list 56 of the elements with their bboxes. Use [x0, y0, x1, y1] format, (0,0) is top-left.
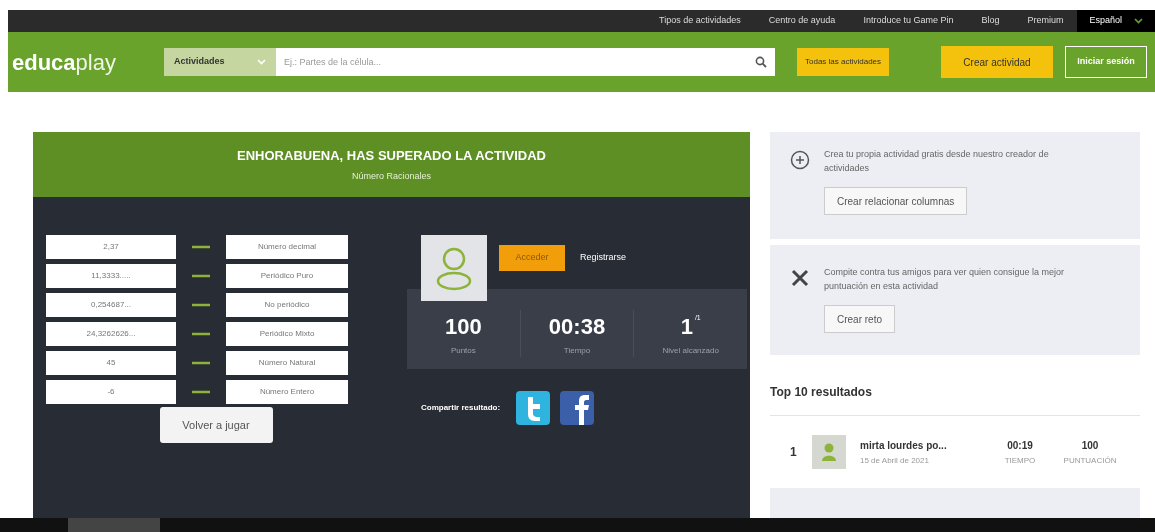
stat-value: 00:38	[548, 312, 606, 341]
chevron-icon	[257, 59, 266, 65]
answer-card: 0,254687...	[46, 293, 176, 317]
answer-card: Número Natural	[226, 351, 348, 375]
top-link[interactable]: Tipos de actividades	[645, 14, 755, 28]
avatar-icon	[421, 235, 487, 301]
logo-text: play	[75, 49, 116, 75]
promo-button[interactable]: Crear reto	[824, 305, 895, 333]
answer-card: 11,3333.....	[46, 264, 176, 288]
search-icon[interactable]	[747, 48, 775, 76]
replay-button[interactable]: Volver a jugar	[159, 407, 273, 443]
twitter-icon[interactable]	[516, 391, 551, 425]
stat-value: 1	[680, 312, 693, 341]
top-link[interactable]: Centro de ayuda	[754, 14, 850, 28]
stat-label: Puntos	[450, 344, 476, 357]
answer-card: Número Entero	[226, 380, 348, 404]
result-value: 00:19	[1007, 438, 1033, 453]
result-label: PUNTUACIÓN	[1063, 454, 1117, 467]
stat-label: Nivel alcanzado	[662, 344, 719, 357]
answer-card: No periódico	[226, 293, 348, 317]
rank-number: 1	[790, 444, 798, 461]
top-link[interactable]: Premium	[1013, 14, 1078, 28]
answer-card: -6	[46, 380, 176, 404]
plus-icon	[790, 150, 810, 170]
header-button[interactable]: Crear actividad	[941, 46, 1053, 78]
top-link[interactable]: Introduce tu Game Pin	[849, 14, 968, 28]
answer-card: Periódico Mixto	[226, 322, 348, 346]
result-row[interactable]: 1 mirta lourdes po... 15 de Abril de 2021 00:19 TIEMPO 100 PUNTUACIÓN	[770, 422, 1140, 482]
result-title: ENHORABUENA, HAS SUPERADO LA ACTIVIDAD	[237, 147, 546, 165]
answer-card: 2,37	[46, 235, 176, 259]
promo-text: Crea tu propia actividad gratis desde nuestro creador de actividades	[824, 148, 1050, 175]
answer-card: Periódico Puro	[226, 264, 348, 288]
language-selector[interactable]: Español	[1077, 10, 1155, 32]
chevron-icon	[1134, 18, 1143, 24]
user-avatar-icon	[812, 435, 846, 469]
search-field[interactable]: Ej.: Partes de la célula...	[276, 48, 747, 76]
activity-name: Número Racionales	[351, 169, 431, 183]
stat-label: Tiempo	[563, 344, 591, 357]
facebook-icon[interactable]	[560, 391, 595, 425]
answer-card: 45	[46, 351, 176, 375]
promo-button[interactable]: Crear relacionar columnas	[824, 187, 968, 215]
promo-text: Compite contra tus amigos para ver quien consigue la mejor puntuación en esta actividad	[824, 266, 1066, 293]
answer-card: 24,3262626...	[46, 322, 176, 346]
section-title: Top 10 resultados	[770, 383, 1140, 416]
register-link[interactable]: Registrarse	[580, 251, 626, 265]
share-label: Compartir resultado:	[421, 402, 501, 414]
result-date: 15 de Abril de 2021	[860, 454, 930, 467]
stat-value: 100	[444, 312, 482, 341]
result-label: TIEMPO	[1004, 454, 1036, 467]
logo-text: educa	[12, 49, 76, 75]
user-name: mirta lourdes po...	[860, 438, 948, 453]
top-link[interactable]: Blog	[967, 14, 1014, 28]
header-button[interactable]: Todas las actividades	[797, 48, 890, 76]
result-value: 100	[1081, 438, 1099, 453]
category-dropdown[interactable]: Actividades	[164, 48, 276, 76]
answer-card: Número decimal	[226, 235, 348, 259]
